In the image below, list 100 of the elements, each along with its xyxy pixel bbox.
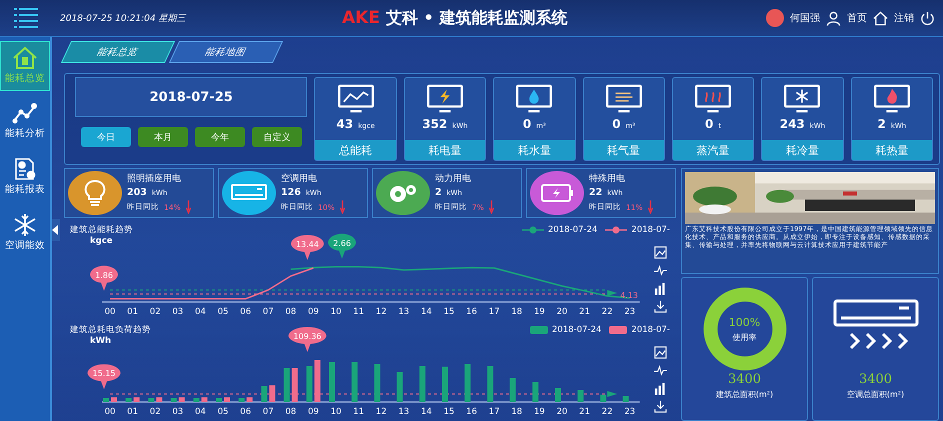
axis-label: 21	[579, 307, 590, 317]
bar	[170, 398, 177, 402]
stat-value: 43	[336, 117, 354, 131]
usage-value: 203	[127, 187, 147, 198]
home-link[interactable]: 首页	[847, 11, 867, 25]
axis-label: 10	[330, 307, 342, 317]
legend-line-icon	[605, 226, 628, 234]
axis-label: 15	[444, 307, 454, 317]
bar	[396, 372, 403, 402]
bar	[510, 378, 516, 402]
bar-chart-icon[interactable]	[654, 282, 667, 295]
sidebar-item[interactable]: 空调能效	[0, 209, 50, 259]
bar	[148, 398, 154, 402]
legend-label[interactable]: 2018-07-24	[552, 325, 602, 335]
line-graph-icon	[12, 101, 38, 125]
menu-icon[interactable]	[14, 7, 38, 29]
axis-label: 07	[262, 307, 274, 317]
value-pin: 1.86	[90, 266, 118, 291]
axis-label: 19	[534, 307, 545, 317]
area-value: 3400	[728, 372, 762, 387]
axis-label: 13	[398, 407, 410, 417]
collapse-handle[interactable]	[52, 219, 60, 241]
area-label: 建筑总面积(m²)	[716, 389, 774, 400]
image-icon[interactable]	[654, 246, 667, 259]
bar	[622, 396, 629, 402]
unit-label: kWh	[89, 336, 112, 346]
bar	[555, 388, 561, 402]
sidebar-item[interactable]: 能耗分析	[0, 97, 50, 147]
axis-label: 00	[104, 307, 116, 317]
user-name[interactable]: 何国强	[790, 11, 820, 25]
bar	[532, 382, 538, 402]
download-icon[interactable]	[654, 400, 667, 413]
bar	[374, 364, 380, 402]
stat-label: 耗气量	[584, 140, 664, 160]
power-icon[interactable]	[920, 10, 935, 26]
download-icon[interactable]	[654, 300, 667, 313]
axis-label: 18	[511, 407, 522, 417]
axis-label: 20	[556, 407, 568, 417]
bar	[134, 397, 140, 402]
axis-label: 05	[218, 407, 228, 417]
stat-value: 0	[705, 117, 714, 131]
axis-label: 19	[534, 407, 545, 417]
axis-label: 06	[240, 407, 252, 417]
user-avatar[interactable]	[766, 9, 784, 27]
period-button[interactable]: 今年	[195, 127, 245, 147]
arrow-icon	[648, 200, 653, 214]
line-chart-icon[interactable]	[654, 364, 667, 377]
chart-title: 建筑总能耗趋势	[69, 224, 133, 236]
axis-label: 13	[398, 307, 410, 317]
image-icon[interactable]	[654, 346, 667, 359]
stat-value: 2	[877, 117, 886, 131]
value-pin: 2.66	[328, 234, 356, 259]
stat-value: 0	[522, 117, 532, 131]
bar	[269, 385, 276, 402]
legend-label[interactable]: 2018-07-	[631, 225, 670, 235]
value-pin: 109.36	[288, 327, 326, 352]
axis-label: 03	[172, 407, 184, 417]
bar	[126, 398, 132, 402]
axis-label: 04	[194, 307, 206, 317]
unit-label: kgce	[89, 236, 113, 246]
bar	[238, 398, 245, 402]
home-icon[interactable]	[873, 10, 888, 26]
axis-label: 09	[308, 407, 319, 417]
axis-label: 16	[466, 307, 478, 317]
bar-chart-icon[interactable]	[654, 382, 667, 395]
stat-value: 243	[780, 117, 805, 131]
bar	[201, 397, 208, 402]
stat-label: 耗冷量	[762, 140, 843, 160]
legend-label[interactable]: 2018-07-24	[548, 225, 598, 235]
stat-label: 总能耗	[315, 140, 396, 160]
period-button[interactable]: 本月	[138, 127, 188, 147]
usage-name: 特殊用电	[589, 172, 626, 185]
stat-value: 0	[612, 117, 621, 131]
axis-label: 07	[262, 407, 274, 417]
period-button[interactable]: 自定义	[252, 127, 302, 147]
legend-swatch	[530, 326, 548, 334]
sidebar-item[interactable]: 能耗报表	[0, 153, 50, 203]
bar	[103, 398, 109, 402]
heat-monitor-icon	[694, 84, 732, 114]
axis-label: 02	[150, 307, 161, 317]
line-chart-icon[interactable]	[654, 264, 667, 277]
stat-label: 蒸汽量	[672, 140, 754, 160]
axis-label: 12	[376, 407, 387, 417]
stat-label: 耗热量	[852, 140, 932, 160]
tab[interactable]: 能耗总览	[60, 41, 176, 63]
person-icon[interactable]	[826, 10, 841, 26]
axis-label: 10	[330, 407, 342, 417]
usage-name: 照明插座用电	[127, 172, 182, 185]
bar	[261, 386, 268, 402]
axis-label: 02	[150, 407, 161, 417]
tab[interactable]: 能耗地图	[168, 41, 284, 63]
legend-label[interactable]: 2018-07-	[631, 325, 670, 335]
value-pin: 15.15	[88, 364, 120, 390]
axis-label: 20	[556, 307, 568, 317]
usage-value: 126	[281, 187, 301, 198]
bar	[487, 366, 494, 402]
date-field[interactable]: 2018-07-25	[75, 77, 308, 117]
usage-name: 空调用电	[281, 172, 318, 185]
logout-link[interactable]: 注销	[894, 11, 914, 25]
axis-label: 00	[104, 407, 116, 417]
